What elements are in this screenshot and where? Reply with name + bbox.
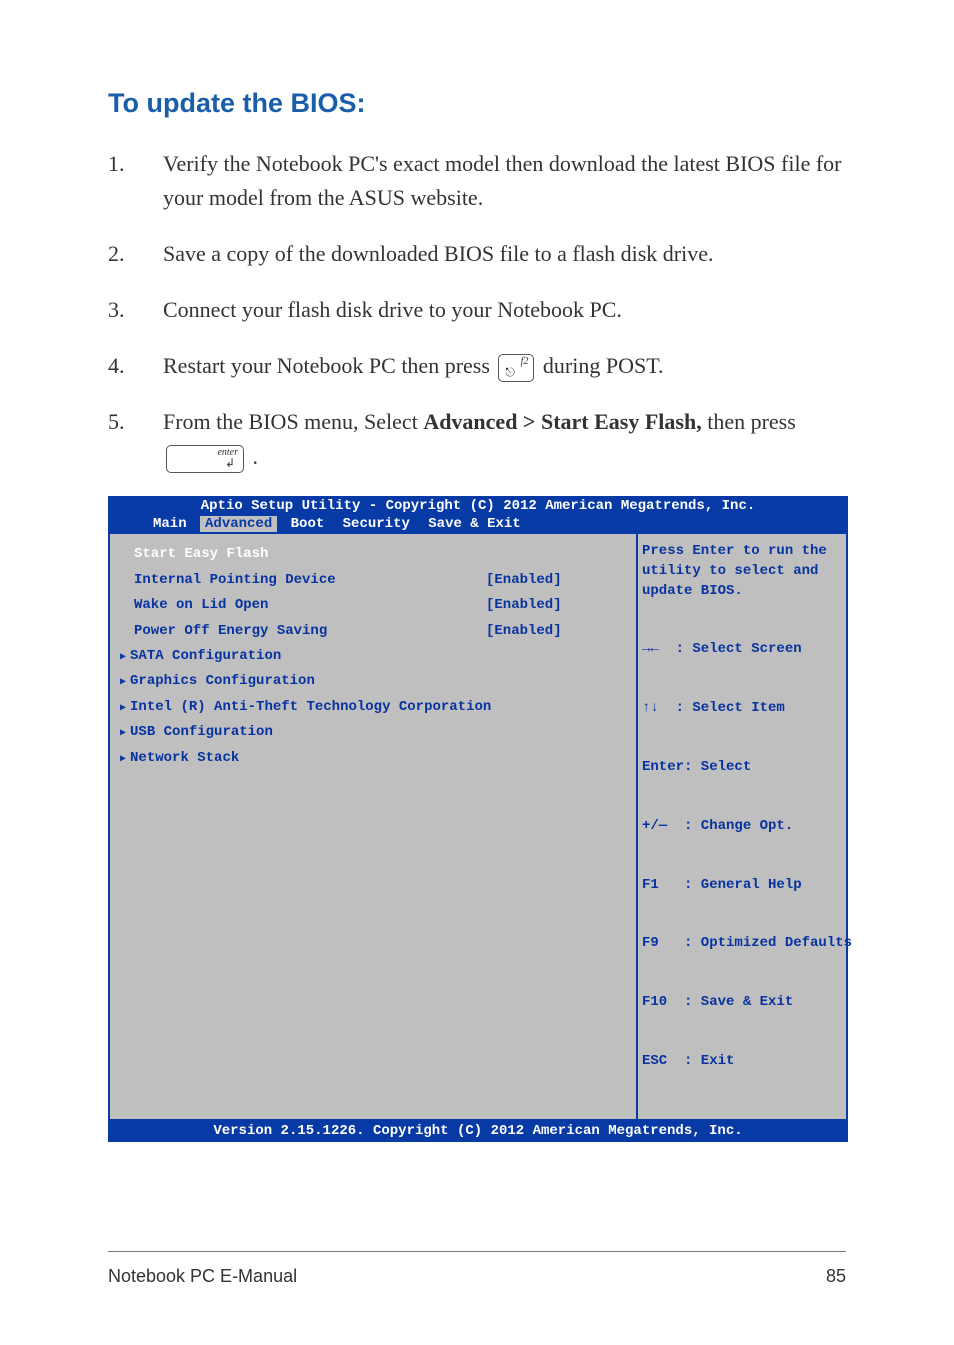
nav-line: ↑↓ : Select Item	[642, 699, 842, 719]
bios-row: SATA Configuration	[120, 644, 626, 669]
step-number: 4.	[108, 349, 163, 383]
bios-main-panel: Start Easy Flash Internal Pointing Devic…	[110, 534, 636, 1118]
bios-item-label: Power Off Energy Saving	[134, 624, 486, 639]
footer-title: Notebook PC E-Manual	[108, 1266, 297, 1287]
step-text: Restart your Notebook PC then press f2 ⎋…	[163, 349, 846, 383]
bios-item-label: Internal Pointing Device	[134, 573, 486, 588]
bios-row: Network Stack	[120, 746, 626, 771]
nav-line: +/— : Change Opt.	[642, 817, 842, 837]
bios-body: Start Easy Flash Internal Pointing Devic…	[108, 534, 848, 1120]
bios-title-bar: Aptio Setup Utility - Copyright (C) 2012…	[108, 496, 848, 517]
bios-nav-help: →← : Select Screen ↑↓ : Select Item Ente…	[642, 601, 842, 1110]
enter-key-icon: enter ↲	[166, 445, 244, 473]
bios-row: USB Configuration	[120, 720, 626, 745]
nav-line: F1 : General Help	[642, 876, 842, 896]
step5-mid: then press	[707, 409, 796, 434]
bios-item-label: Graphics Configuration	[134, 674, 626, 689]
bios-item-label: Network Stack	[134, 751, 626, 766]
bios-screenshot: Aptio Setup Utility - Copyright (C) 2012…	[108, 496, 848, 1142]
bios-tab-security: Security	[338, 516, 415, 532]
page-footer: Notebook PC E-Manual 85	[108, 1251, 846, 1287]
bios-version-footer: Version 2.15.1226. Copyright (C) 2012 Am…	[108, 1121, 848, 1142]
nav-line: ESC : Exit	[642, 1052, 842, 1072]
bios-item-value	[486, 547, 626, 562]
nav-line: F9 : Optimized Defaults	[642, 934, 842, 954]
bios-row: Graphics Configuration	[120, 669, 626, 694]
bios-item-label: Wake on Lid Open	[134, 598, 486, 613]
nav-line: →← : Select Screen	[642, 640, 842, 660]
step-number: 5.	[108, 405, 163, 473]
bios-tab-main: Main	[148, 516, 192, 532]
bios-tab-boot: Boot	[286, 516, 330, 532]
section-heading: To update the BIOS:	[108, 88, 846, 119]
step-text: Verify the Notebook PC's exact model the…	[163, 147, 846, 215]
step-3: 3. Connect your flash disk drive to your…	[108, 293, 846, 327]
footer-page-number: 85	[826, 1266, 846, 1287]
step4-post: during POST.	[543, 353, 664, 378]
bios-item-label: Start Easy Flash	[134, 547, 486, 562]
step5-pre: From the BIOS menu, Select	[163, 409, 423, 434]
bios-help-text: Press Enter to run the utility to select…	[642, 542, 842, 601]
step-text: Save a copy of the downloaded BIOS file …	[163, 237, 846, 271]
bios-side-panel: Press Enter to run the utility to select…	[636, 534, 846, 1118]
keycap-symbol: ⎋	[505, 366, 515, 378]
bios-item-label: Intel (R) Anti-Theft Technology Corporat…	[134, 700, 626, 715]
bios-item-label: SATA Configuration	[134, 649, 626, 664]
step-text: From the BIOS menu, Select Advanced > St…	[163, 405, 846, 473]
bios-item-value: [Enabled]	[486, 598, 626, 613]
bios-row: Power Off Energy Saving[Enabled]	[120, 619, 626, 644]
bios-row: Start Easy Flash	[120, 542, 626, 567]
step-text: Connect your flash disk drive to your No…	[163, 293, 846, 327]
bios-tab-bar: Main Advanced Boot Security Save & Exit	[108, 517, 848, 534]
nav-line: Enter: Select	[642, 758, 842, 778]
bios-tab-advanced: Advanced	[200, 516, 277, 532]
bios-row: Internal Pointing Device[Enabled]	[120, 568, 626, 593]
step-number: 1.	[108, 147, 163, 215]
bios-row: Wake on Lid Open[Enabled]	[120, 593, 626, 618]
step-2: 2. Save a copy of the downloaded BIOS fi…	[108, 237, 846, 271]
step5-post: .	[253, 444, 259, 469]
bios-row: Intel (R) Anti-Theft Technology Corporat…	[120, 695, 626, 720]
bios-tab-save-exit: Save & Exit	[423, 516, 525, 532]
step-5: 5. From the BIOS menu, Select Advanced >…	[108, 405, 846, 473]
step5-bold: Advanced > Start Easy Flash,	[423, 409, 701, 434]
step-4: 4. Restart your Notebook PC then press f…	[108, 349, 846, 383]
nav-line: F10 : Save & Exit	[642, 993, 842, 1013]
f2-key-icon: f2 ⎋	[498, 354, 534, 382]
bios-item-value: [Enabled]	[486, 573, 626, 588]
keycap-symbol: ↲	[225, 457, 235, 469]
bios-item-label: USB Configuration	[134, 725, 626, 740]
step-number: 3.	[108, 293, 163, 327]
bios-item-value: [Enabled]	[486, 624, 626, 639]
step-1: 1. Verify the Notebook PC's exact model …	[108, 147, 846, 215]
step-number: 2.	[108, 237, 163, 271]
step4-pre: Restart your Notebook PC then press	[163, 353, 495, 378]
keycap-label: f2	[521, 357, 529, 367]
